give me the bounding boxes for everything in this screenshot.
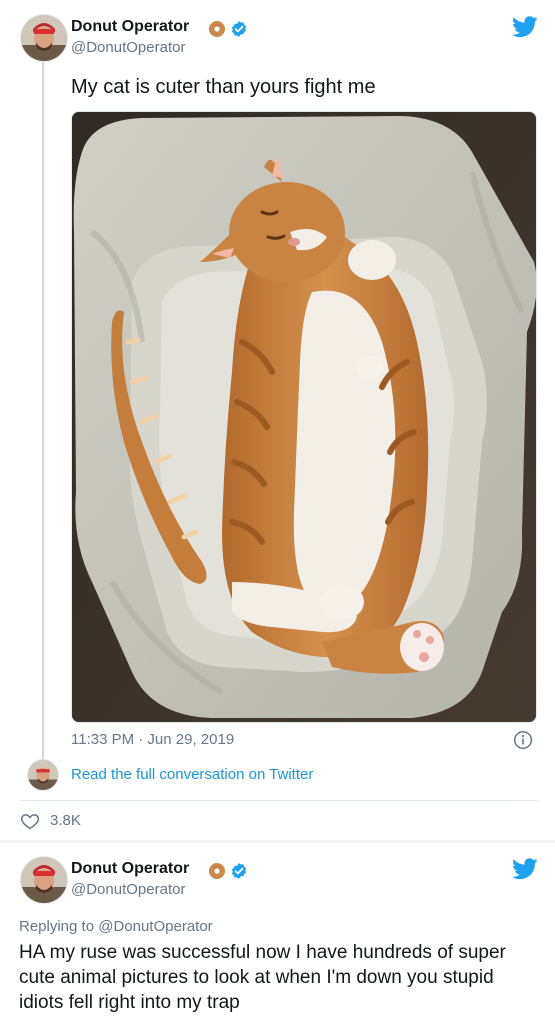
cat-in-bed-image [72,112,536,722]
tweet-text: My cat is cuter than yours fight me [71,76,376,98]
twitter-bird-icon[interactable] [512,16,538,38]
tweet-photo[interactable] [71,111,537,723]
author-handle[interactable]: @DonutOperator [71,39,185,56]
replying-to[interactable]: Replying to @DonutOperator [19,918,213,935]
donut-emoji-icon [209,21,225,37]
heart-icon[interactable] [20,811,40,831]
twitter-bird-icon[interactable] [512,858,538,880]
tweet-separator [0,840,555,843]
read-conversation-link[interactable]: Read the full conversation on Twitter [71,766,313,783]
verified-icon [231,863,247,879]
reply-author-name[interactable]: Donut Operator [71,860,189,878]
author-avatar[interactable] [20,14,68,62]
thread-line [42,62,44,770]
conversation-avatar [27,759,59,791]
divider [20,800,538,801]
verified-icon [231,21,247,37]
like-count: 3.8K [50,812,81,829]
info-icon[interactable] [513,730,533,750]
reply-author-avatar[interactable] [20,856,68,904]
donut-emoji-icon [209,863,225,879]
reply-text: HA my ruse was successful now I have hun… [19,942,506,1013]
reply-author-handle[interactable]: @DonutOperator [71,881,185,898]
author-name[interactable]: Donut Operator [71,18,189,36]
tweet-timestamp[interactable]: 11:33 PM · Jun 29, 2019 [71,731,234,748]
